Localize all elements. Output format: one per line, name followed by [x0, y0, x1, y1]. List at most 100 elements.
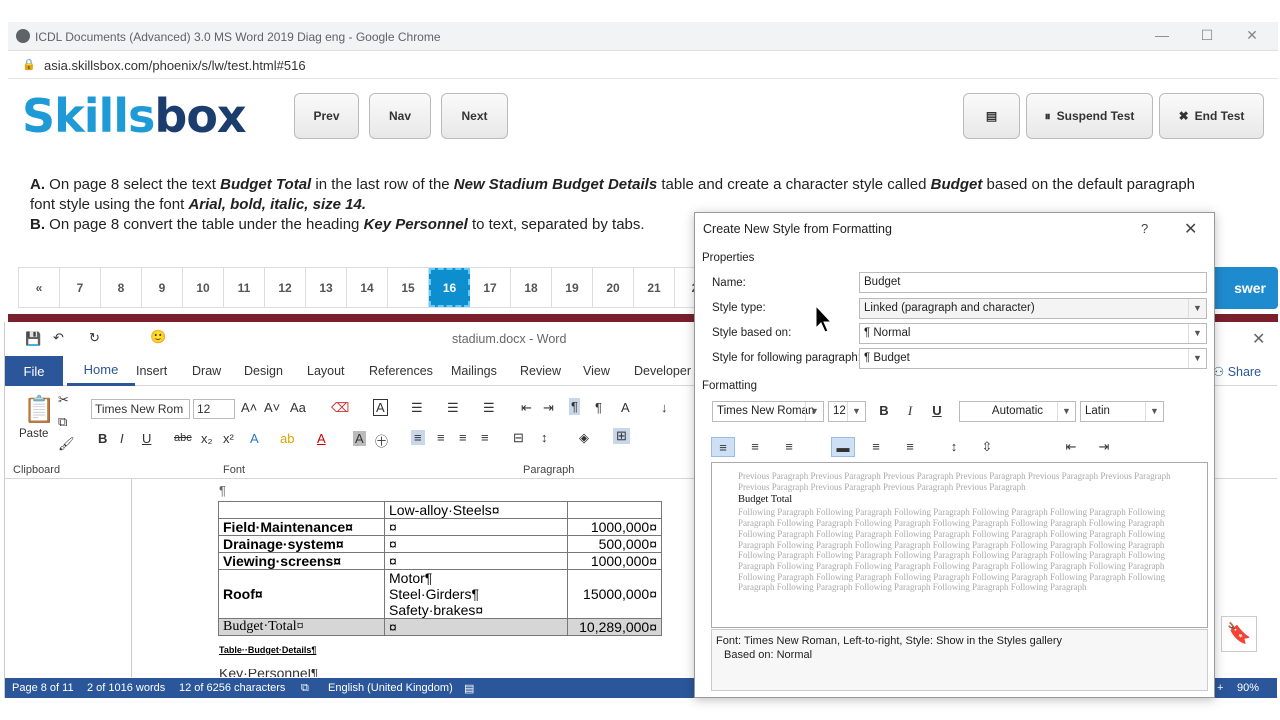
- word-count[interactable]: 2 of 1016 words: [87, 682, 165, 694]
- close-window-icon[interactable]: ✕: [1242, 27, 1262, 44]
- prev-button[interactable]: Prev: [294, 93, 359, 139]
- zoom-in-icon[interactable]: +: [1217, 682, 1223, 694]
- increase-indent-icon[interactable]: ⇥: [1092, 437, 1116, 457]
- zoom-level[interactable]: 90%: [1237, 682, 1259, 694]
- double-spacing-icon[interactable]: ≡: [898, 437, 922, 457]
- ltr-icon[interactable]: ¶: [569, 398, 580, 415]
- table-cell[interactable]: ¤: [384, 518, 568, 536]
- pager-page-18[interactable]: 18: [511, 268, 552, 307]
- table-row[interactable]: Drainage·system¤ ¤ 500,000¤: [218, 535, 662, 553]
- pager-page-16[interactable]: 16: [429, 268, 470, 307]
- table-cell[interactable]: Roof¤: [218, 569, 385, 619]
- nav-button[interactable]: Nav: [369, 93, 431, 139]
- language[interactable]: English (United Kingdom): [328, 682, 453, 694]
- numbering-icon[interactable]: ☰: [447, 400, 459, 416]
- table-cell[interactable]: Viewing·screens¤: [218, 552, 385, 570]
- calculator-button[interactable]: ▤: [963, 93, 1020, 139]
- grow-font-icon[interactable]: A˄: [241, 400, 257, 415]
- next-button[interactable]: Next: [441, 93, 508, 139]
- italic-icon[interactable]: I: [120, 431, 124, 446]
- pager-first-button[interactable]: «: [19, 268, 60, 307]
- subscript-icon[interactable]: x₂: [201, 431, 213, 446]
- align-center-icon[interactable]: ≡: [437, 430, 445, 445]
- bullets-icon[interactable]: ☰: [411, 400, 423, 416]
- table-cell[interactable]: Low-alloy·Steels¤: [384, 501, 568, 519]
- tab-view[interactable]: View: [583, 364, 610, 378]
- proofing-icon[interactable]: ⧉: [301, 682, 309, 695]
- tab-home[interactable]: Home: [67, 356, 135, 386]
- sort-icon[interactable]: ↓: [661, 400, 668, 415]
- copy-icon[interactable]: ⧉: [58, 414, 67, 430]
- shrink-font-icon[interactable]: A˅: [264, 400, 280, 415]
- decrease-spacing-icon[interactable]: ⇳: [975, 437, 999, 457]
- style-name-input[interactable]: Budget: [859, 272, 1207, 293]
- redo-icon[interactable]: ↻: [89, 330, 100, 346]
- align-center-icon[interactable]: ≡: [743, 437, 767, 457]
- budget-table[interactable]: Low-alloy·Steels¤ Field·Maintenance¤ ¤ 1000…: [218, 501, 662, 636]
- multilevel-icon[interactable]: ☰: [483, 400, 495, 416]
- table-cell[interactable]: Drainage·system¤: [218, 535, 385, 553]
- single-spacing-icon[interactable]: ▬: [831, 437, 855, 457]
- char-border-icon[interactable]: A: [373, 399, 388, 416]
- font-size-dropdown[interactable]: 12: [193, 399, 235, 419]
- decrease-indent-icon[interactable]: ⇤: [1059, 437, 1083, 457]
- following-select[interactable]: ¶ Budget ▼: [859, 348, 1207, 369]
- increase-indent-icon[interactable]: ⇥: [543, 400, 554, 416]
- table-cell[interactable]: ¤: [384, 552, 568, 570]
- table-row[interactable]: Budget·Total¤ ¤ 10,289,000¤: [218, 618, 662, 636]
- font-name-dropdown[interactable]: Times New Rom: [91, 399, 190, 419]
- script-select[interactable]: Latin ▼: [1080, 401, 1164, 422]
- size-select[interactable]: 12 ▼: [828, 401, 866, 422]
- based-on-select[interactable]: ¶ Normal ▼: [859, 323, 1207, 344]
- tab-insert[interactable]: Insert: [136, 364, 167, 378]
- char-count[interactable]: 12 of 6256 characters: [179, 682, 285, 694]
- font-select[interactable]: Times New Roman ▼: [712, 401, 824, 422]
- increase-spacing-icon[interactable]: ↕: [942, 437, 966, 457]
- table-row[interactable]: Low-alloy·Steels¤: [218, 501, 662, 519]
- underline-icon[interactable]: U: [142, 431, 151, 446]
- pager-page-12[interactable]: 12: [265, 268, 306, 307]
- borders-icon[interactable]: ⊞: [613, 428, 630, 444]
- enclose-icon[interactable]: ㊉: [375, 431, 388, 450]
- underline-icon[interactable]: U: [925, 401, 949, 421]
- highlight-icon[interactable]: ab: [280, 431, 294, 446]
- asian-layout-icon[interactable]: A: [621, 400, 630, 415]
- bookmark-icon[interactable]: 🔖: [1221, 616, 1257, 652]
- tab-file[interactable]: File: [5, 356, 63, 386]
- share-button[interactable]: ⚇ Share: [1213, 364, 1261, 379]
- change-case-icon[interactable]: Aa: [290, 400, 306, 415]
- undo-icon[interactable]: ↶: [53, 330, 64, 346]
- pager-page-20[interactable]: 20: [593, 268, 634, 307]
- pager-page-15[interactable]: 15: [388, 268, 429, 307]
- table-cell[interactable]: 15000,000¤: [567, 569, 662, 619]
- pager-page-11[interactable]: 11: [224, 268, 265, 307]
- pager-page-21[interactable]: 21: [634, 268, 675, 307]
- clear-format-icon[interactable]: ⌫: [331, 400, 349, 416]
- decrease-indent-icon[interactable]: ⇤: [521, 400, 532, 416]
- tab-review[interactable]: Review: [520, 364, 561, 378]
- table-cell[interactable]: 500,000¤: [567, 535, 662, 553]
- tab-layout[interactable]: Layout: [307, 364, 345, 378]
- page-count[interactable]: Page 8 of 11: [12, 682, 74, 694]
- minimize-icon[interactable]: —: [1152, 27, 1172, 43]
- end-test-button[interactable]: ✖ End Test: [1159, 93, 1264, 139]
- paste-label[interactable]: Paste: [19, 428, 48, 440]
- one-half-spacing-icon[interactable]: ≡: [864, 437, 888, 457]
- bold-icon[interactable]: B: [98, 431, 107, 446]
- table-cell[interactable]: 1000,000¤: [567, 552, 662, 570]
- pager-page-17[interactable]: 17: [470, 268, 511, 307]
- address-bar[interactable]: 🔒 asia.skillsbox.com/phoenix/s/lw/test.h…: [8, 51, 1278, 79]
- cut-icon[interactable]: ✂: [58, 392, 69, 408]
- table-cell[interactable]: ¤: [384, 618, 568, 636]
- table-cell[interactable]: ¤: [384, 535, 568, 553]
- table-cell[interactable]: [567, 501, 662, 519]
- table-row[interactable]: Viewing·screens¤ ¤ 1000,000¤: [218, 552, 662, 570]
- pager-page-8[interactable]: 8: [101, 268, 142, 307]
- pager-page-10[interactable]: 10: [183, 268, 224, 307]
- paste-icon[interactable]: 📋: [23, 394, 55, 425]
- pager-page-19[interactable]: 19: [552, 268, 593, 307]
- shading-icon[interactable]: ◈: [579, 430, 589, 446]
- distributed-icon[interactable]: ⊟: [513, 430, 524, 446]
- line-spacing-icon[interactable]: ↕: [541, 430, 548, 445]
- tab-design[interactable]: Design: [244, 364, 283, 378]
